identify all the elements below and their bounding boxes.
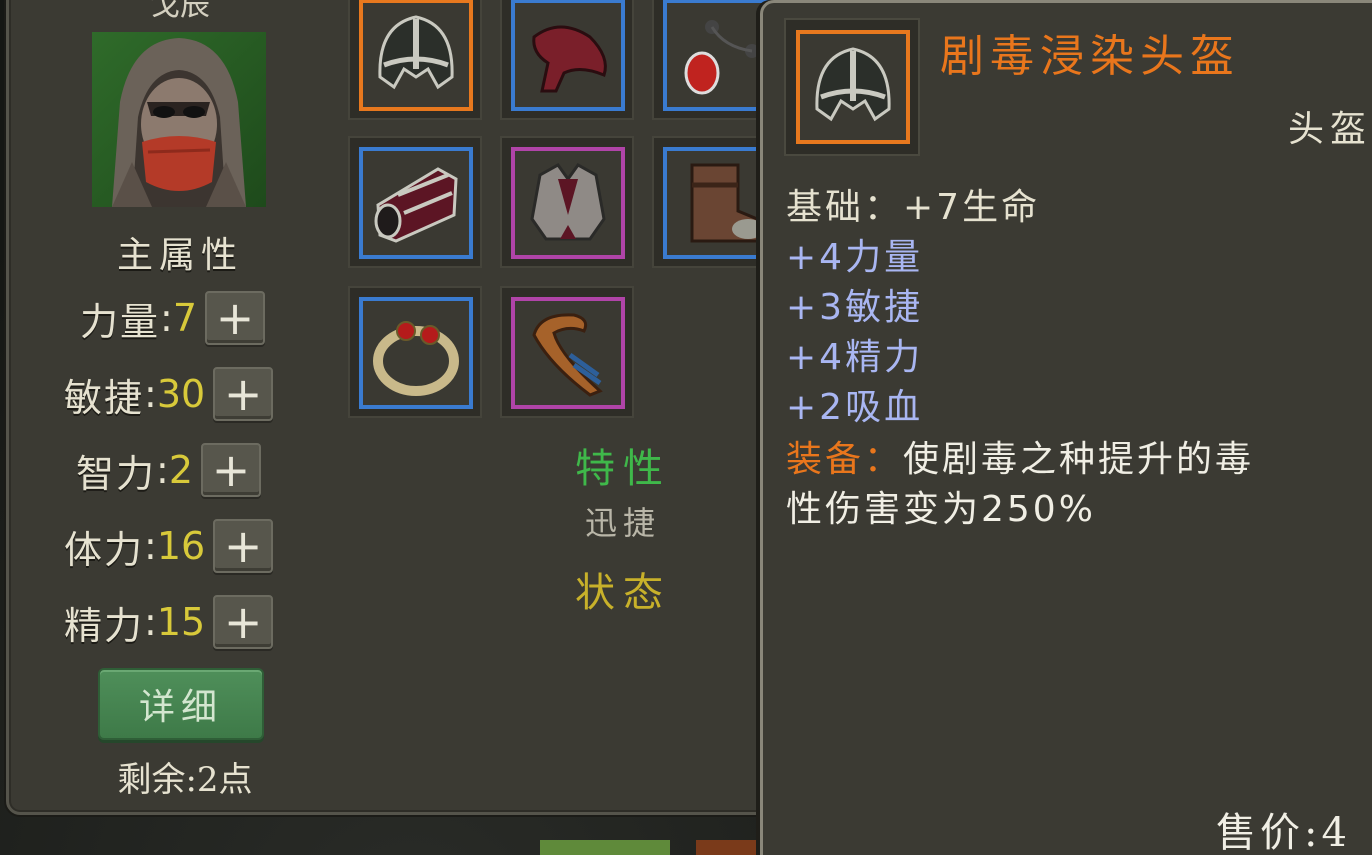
stat-label: 体力	[64, 527, 145, 572]
add-energy-button[interactable]: +	[213, 595, 274, 649]
character-portrait[interactable]	[92, 32, 266, 207]
equip-slot-armor[interactable]	[500, 136, 634, 268]
stat-colon: :	[144, 372, 157, 416]
item-bonus-stat: +4力量	[786, 237, 924, 278]
equip-slot-bracer[interactable]	[348, 136, 482, 268]
slot-frame	[511, 0, 625, 111]
stat-label: 智力	[76, 451, 157, 496]
stat-value: 30	[156, 372, 206, 416]
equip-effect-text-continued: 性伤害变为250%	[786, 489, 1096, 530]
stat-row-stamina: 体力 : 16 +	[64, 518, 274, 574]
equip-slot-ring[interactable]	[348, 286, 482, 418]
trait-value: 迅捷	[585, 504, 662, 542]
ring-icon	[373, 321, 459, 396]
helmet-icon	[815, 47, 891, 122]
stat-label: 精力	[64, 603, 145, 648]
bottom-slot	[696, 840, 766, 855]
stat-colon: :	[156, 448, 169, 492]
equip-slot-horn[interactable]	[500, 286, 634, 418]
amulet-icon	[684, 20, 759, 95]
item-bonus-stat: +3敏捷	[786, 287, 924, 328]
item-type: 头盔	[1288, 109, 1372, 150]
horn-icon	[532, 313, 603, 397]
stat-label: 力量	[80, 299, 161, 344]
boots-icon	[690, 163, 764, 243]
stat-row-energy: 精力 : 15 +	[64, 594, 274, 650]
character-name: 戈辰	[120, 0, 240, 23]
remaining-points: 剩余:2点	[117, 760, 253, 800]
add-stamina-button[interactable]: +	[213, 519, 274, 573]
stat-value: 7	[172, 296, 198, 340]
bottom-slot	[540, 840, 670, 855]
item-bonus-stat: +2吸血	[786, 387, 924, 428]
shoulder-icon	[532, 25, 607, 93]
item-base-stat: 基础：+7生命	[786, 187, 1041, 228]
equip-effect-label: 装备：	[786, 439, 904, 480]
slot-frame	[511, 147, 625, 259]
stat-value: 16	[156, 524, 206, 568]
stat-colon: :	[144, 600, 157, 644]
add-intelligence-button[interactable]: +	[201, 443, 262, 497]
equip-effect-text: 使剧毒之种提升的毒	[903, 439, 1255, 480]
main-attributes-title: 主属性	[116, 235, 243, 276]
stat-row-strength: 力量 : 7 +	[80, 290, 266, 346]
stat-value: 2	[168, 448, 194, 492]
hooded-figure-icon	[112, 38, 246, 207]
stat-label: 敏捷	[64, 375, 145, 420]
add-strength-button[interactable]: +	[205, 291, 266, 345]
equip-slot-shoulder[interactable]	[500, 0, 634, 120]
item-equip-effect: 装备：使剧毒之种提升的毒	[786, 430, 1254, 482]
slot-frame	[359, 0, 473, 111]
equip-slot-helmet[interactable]	[348, 0, 482, 120]
traits-title: 特性	[575, 446, 671, 492]
slot-frame	[796, 30, 910, 144]
slot-frame	[359, 147, 473, 259]
stat-colon: :	[160, 296, 173, 340]
stat-value: 15	[156, 600, 206, 644]
armor-icon	[530, 163, 606, 241]
add-agility-button[interactable]: +	[213, 367, 274, 421]
status-title[interactable]: 状态	[575, 560, 671, 618]
stat-colon: :	[144, 524, 157, 568]
slot-frame	[359, 297, 473, 409]
item-name: 剧毒浸染头盔	[940, 31, 1240, 82]
bracer-icon	[374, 167, 458, 243]
stat-row-agility: 敏捷 : 30 +	[64, 366, 274, 422]
stat-row-intelligence: 智力 : 2 +	[76, 442, 262, 498]
details-button[interactable]: 详细	[98, 668, 264, 740]
helmet-icon	[378, 15, 454, 90]
tooltip-item-frame	[784, 18, 920, 156]
slot-frame	[511, 297, 625, 409]
item-price: 售价:4	[1216, 810, 1351, 855]
item-bonus-stat: +4精力	[786, 337, 924, 378]
